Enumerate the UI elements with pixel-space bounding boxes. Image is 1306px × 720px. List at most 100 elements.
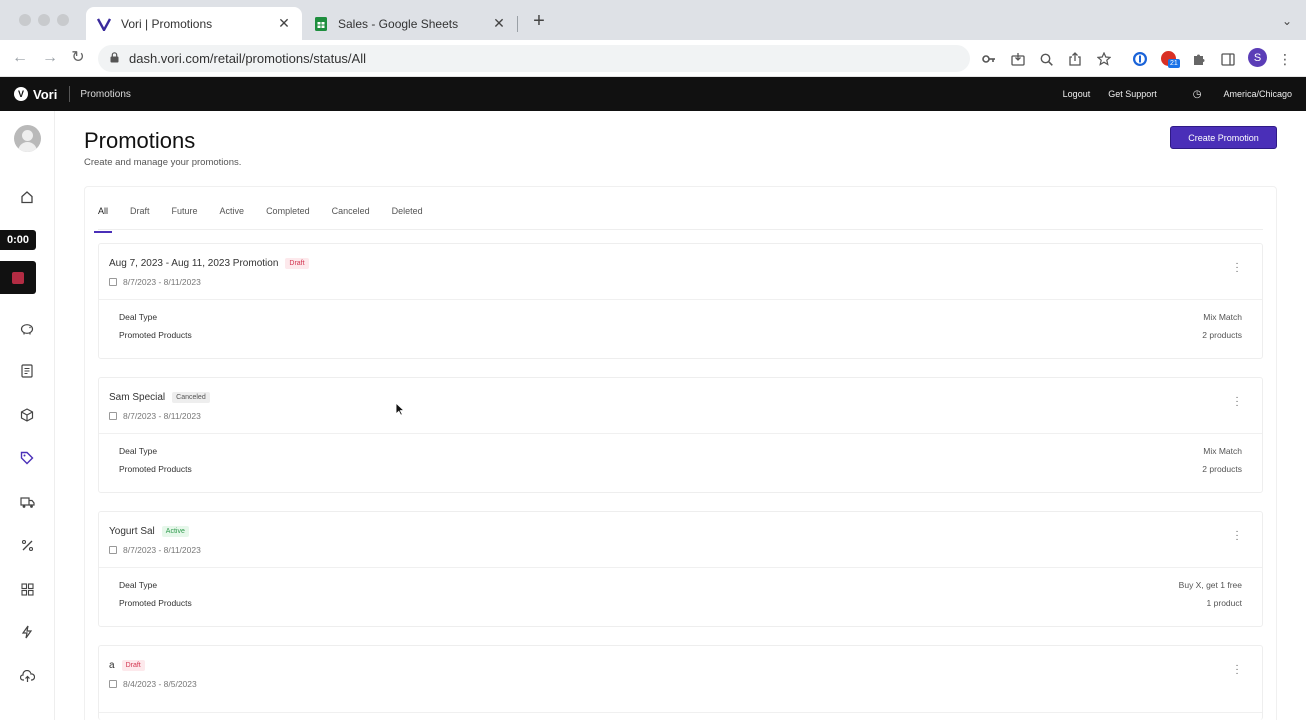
promotion-card[interactable]: a Draft 8/4/2023 - 8/5/2023 · · · — [98, 645, 1263, 720]
promotions-tag-icon[interactable] — [18, 449, 36, 467]
tab-title: Sales - Google Sheets — [338, 16, 459, 31]
deal-type-value: Mix Match — [1203, 446, 1242, 456]
tab-deleted[interactable]: Deleted — [392, 206, 423, 228]
profile-avatar[interactable]: S — [1248, 48, 1267, 67]
close-icon[interactable]: ✕ — [276, 15, 292, 32]
page-title: Promotions — [84, 128, 196, 153]
back-arrow-icon[interactable]: ← — [10, 49, 30, 67]
promoted-products-value: 1 product — [1206, 598, 1242, 608]
status-badge: Active — [161, 526, 189, 537]
lightning-icon[interactable] — [18, 623, 36, 641]
promotion-dates: 8/7/2023 - 8/11/2023 — [123, 277, 201, 287]
promotion-name[interactable]: Sam Special — [109, 392, 165, 403]
install-app-icon[interactable] — [1009, 50, 1027, 68]
stop-recording-button[interactable] — [0, 261, 36, 294]
password-manager-icon[interactable] — [1131, 50, 1149, 68]
logout-link[interactable]: Logout — [1063, 89, 1091, 99]
promotion-dates: 8/7/2023 - 8/11/2023 — [123, 411, 201, 421]
upload-cloud-icon[interactable] — [18, 667, 36, 685]
promoted-products-value: 2 products — [1202, 464, 1242, 474]
home-icon[interactable] — [18, 188, 36, 206]
calendar-icon — [109, 412, 117, 420]
app-header: V Vori Promotions Logout Get Support ◷ A… — [0, 77, 1306, 111]
more-options-icon[interactable]: · · · — [1234, 527, 1240, 545]
more-options-icon[interactable]: · · · — [1234, 661, 1240, 679]
invoice-icon[interactable] — [18, 362, 36, 380]
extension-badge-icon[interactable]: 21 — [1160, 50, 1180, 68]
promoted-products-label: Promoted Products — [119, 330, 192, 340]
tab-draft[interactable]: Draft — [130, 206, 150, 228]
vori-logo[interactable]: V Vori — [14, 87, 57, 102]
window-minimize-button[interactable] — [38, 14, 50, 26]
current-section: Promotions — [80, 88, 131, 100]
get-support-link[interactable]: Get Support — [1108, 89, 1157, 99]
status-badge: Canceled — [172, 392, 210, 403]
promotion-name[interactable]: a — [109, 660, 115, 671]
status-badge: Draft — [121, 660, 145, 671]
tab-title: Vori | Promotions — [121, 16, 213, 31]
bookmark-star-icon[interactable] — [1095, 50, 1113, 68]
tab-completed[interactable]: Completed — [266, 206, 310, 228]
window-zoom-button[interactable] — [57, 14, 69, 26]
deal-type-value: Buy X, get 1 free — [1178, 580, 1242, 590]
promotion-card[interactable]: Sam Special Canceled 8/7/2023 - 8/11/202… — [98, 377, 1263, 493]
card-divider — [99, 712, 1262, 713]
tab-active[interactable]: Active — [220, 206, 245, 228]
sheets-favicon-icon — [313, 16, 329, 32]
browser-tab-sheets[interactable]: Sales - Google Sheets ✕ — [303, 7, 517, 40]
lock-icon — [110, 50, 119, 68]
promotion-name[interactable]: Yogurt Sal — [109, 526, 155, 537]
window-close-button[interactable] — [19, 14, 31, 26]
more-options-icon[interactable]: · · · — [1234, 393, 1240, 411]
address-bar[interactable]: dash.vori.com/retail/promotions/status/A… — [98, 45, 970, 72]
delivery-truck-icon[interactable] — [18, 493, 36, 511]
zoom-icon[interactable] — [1037, 50, 1055, 68]
calendar-icon — [109, 680, 117, 688]
key-icon[interactable] — [980, 50, 998, 68]
timezone-selector[interactable]: ◷ America/Chicago — [1175, 89, 1292, 100]
browser-tabstrip: Vori | Promotions ✕ Sales - Google Sheet… — [0, 0, 1306, 40]
chevron-down-icon[interactable]: ⌄ — [1282, 14, 1292, 28]
browser-tab-vori[interactable]: Vori | Promotions ✕ — [86, 7, 302, 40]
mouse-cursor-icon — [395, 401, 406, 421]
extensions-puzzle-icon[interactable] — [1190, 50, 1208, 68]
sidebar: 0:00 — [0, 111, 55, 720]
promoted-products-value: 2 products — [1202, 330, 1242, 340]
create-promotion-button[interactable]: Create Promotion — [1170, 126, 1277, 149]
promotion-dates: 8/4/2023 - 8/5/2023 — [123, 679, 197, 689]
more-options-icon[interactable]: · · · — [1234, 259, 1240, 277]
card-divider — [99, 567, 1262, 568]
stop-icon — [12, 271, 24, 284]
piggy-bank-icon[interactable] — [18, 319, 36, 337]
card-divider — [99, 299, 1262, 300]
user-avatar[interactable] — [14, 125, 41, 152]
deal-type-label: Deal Type — [119, 446, 158, 456]
deal-type-label: Deal Type — [119, 580, 158, 590]
promotion-card[interactable]: Yogurt Sal Active 8/7/2023 - 8/11/2023 ·… — [98, 511, 1263, 627]
promotion-card[interactable]: Aug 7, 2023 - Aug 11, 2023 Promotion Dra… — [98, 243, 1263, 359]
extension-badge-count: 21 — [1168, 59, 1180, 68]
side-panel-icon[interactable] — [1219, 50, 1237, 68]
vori-favicon-icon — [96, 16, 112, 32]
status-badge: Draft — [285, 258, 309, 269]
brand-name: Vori — [33, 86, 58, 102]
product-box-icon[interactable] — [18, 406, 36, 424]
tabs-divider — [98, 229, 1263, 230]
percent-icon[interactable] — [18, 536, 36, 554]
grid-icon[interactable] — [18, 580, 36, 598]
url-text: dash.vori.com/retail/promotions/status/A… — [129, 51, 366, 66]
tab-future[interactable]: Future — [172, 206, 198, 228]
close-icon[interactable]: ✕ — [491, 15, 507, 32]
reload-icon[interactable]: ↻ — [68, 49, 88, 67]
vori-logo-icon: V — [14, 87, 28, 101]
promotion-name[interactable]: Aug 7, 2023 - Aug 11, 2023 Promotion — [109, 258, 278, 269]
recording-timer: 0:00 — [0, 230, 36, 250]
page-subtitle: Create and manage your promotions. — [84, 157, 242, 168]
tab-canceled[interactable]: Canceled — [332, 206, 370, 228]
tab-all[interactable]: All — [93, 206, 113, 233]
new-tab-icon[interactable]: + — [530, 11, 548, 31]
timezone-label: America/Chicago — [1223, 89, 1292, 99]
browser-menu-icon[interactable]: ⋮ — [1276, 50, 1294, 68]
share-icon[interactable] — [1066, 50, 1084, 68]
forward-arrow-icon[interactable]: → — [40, 49, 60, 67]
